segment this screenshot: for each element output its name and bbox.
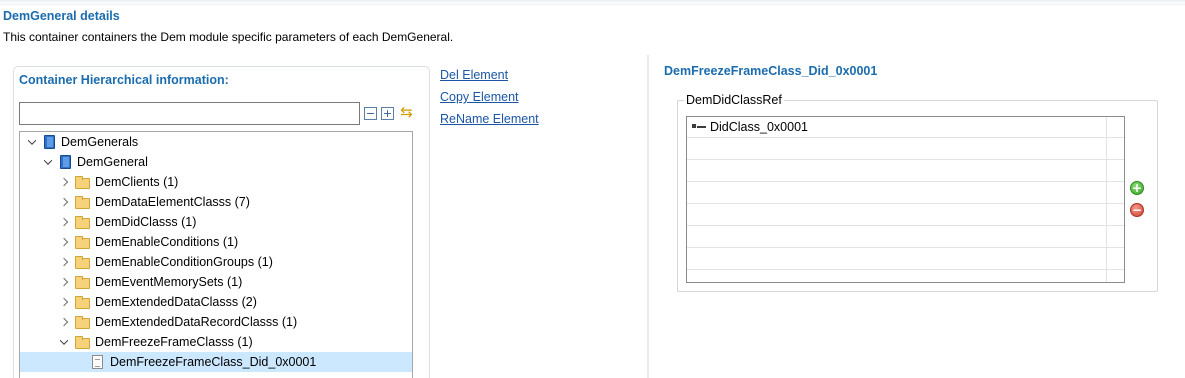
chevron-down-icon[interactable] — [42, 152, 54, 172]
book-icon — [44, 135, 55, 149]
element-title: DemFreezeFrameClass_Did_0x0001 — [664, 64, 878, 78]
tree-item[interactable]: DemExtendedDataClasss (2) — [20, 292, 412, 312]
did-class-ref-label: DemDidClassRef — [684, 93, 784, 107]
tree-item[interactable]: DemEnableConditionGroups (1) — [20, 252, 412, 272]
top-bar — [0, 0, 1185, 5]
chevron-right-icon[interactable] — [58, 292, 70, 312]
chevron-right-icon[interactable] — [58, 232, 70, 252]
chevron-down-icon[interactable] — [26, 132, 38, 152]
reference-label: DidClass_0x0001 — [710, 120, 808, 134]
tree-item-label: DemFreezeFrameClasss (1) — [95, 335, 253, 349]
tree-filter-input[interactable] — [19, 102, 360, 125]
folder-icon — [75, 315, 90, 329]
tree-item[interactable]: DemClients (1) — [20, 172, 412, 192]
table-row[interactable] — [687, 227, 1124, 248]
tree-item[interactable]: DemGenerals — [20, 132, 412, 152]
copy-element-link[interactable]: Copy Element — [440, 90, 519, 104]
tree-item[interactable]: DemEventMemorySets (1) — [20, 272, 412, 292]
remove-reference-button[interactable]: − — [1130, 203, 1144, 217]
page-title: DemGeneral details — [3, 9, 120, 23]
sync-arrows-icon: ⇆ — [400, 103, 413, 121]
panel-divider[interactable] — [647, 55, 649, 378]
tree-item[interactable]: DemEnableConditions (1) — [20, 232, 412, 252]
table-row[interactable] — [687, 183, 1124, 204]
collapse-all-button[interactable]: − — [364, 107, 377, 120]
minus-icon: − — [1131, 203, 1143, 217]
tree-item[interactable]: DemFreezeFrameClass_Did_0x0001 — [20, 352, 412, 372]
expand-icon: + — [382, 107, 393, 120]
did-class-ref-table[interactable]: DidClass_0x0001 — [686, 116, 1125, 283]
tree-item[interactable]: DemFreezeFrameClasss (1) — [20, 332, 412, 352]
reference-link-icon — [692, 122, 706, 132]
table-row[interactable]: DidClass_0x0001 — [687, 117, 1124, 138]
table-row[interactable] — [687, 205, 1124, 226]
folder-icon — [75, 215, 90, 229]
link-with-editor-button[interactable]: ⇆ — [398, 104, 415, 121]
table-row[interactable] — [687, 249, 1124, 270]
tree-item-label: DemDataElementClasss (7) — [95, 195, 250, 209]
chevron-right-icon[interactable] — [58, 272, 70, 292]
table-row[interactable] — [687, 161, 1124, 182]
tree-item-label: DemEventMemorySets (1) — [95, 275, 243, 289]
document-icon — [92, 355, 103, 369]
folder-icon — [75, 195, 90, 209]
tree-item-label: DemEnableConditions (1) — [95, 235, 239, 249]
tree-item-label: DemExtendedDataClasss (2) — [95, 295, 257, 309]
del-element-link[interactable]: Del Element — [440, 68, 508, 82]
table-row[interactable] — [687, 139, 1124, 160]
folder-icon — [75, 255, 90, 269]
tree-item-label: DemClients (1) — [95, 175, 179, 189]
collapse-icon: − — [365, 107, 376, 120]
folder-icon — [75, 235, 90, 249]
chevron-right-icon[interactable] — [58, 252, 70, 272]
tree-item-label: DemGenerals — [61, 135, 139, 149]
folder-icon — [75, 275, 90, 289]
plus-icon: + — [1131, 181, 1143, 195]
tree-item[interactable]: DemDidClasss (1) — [20, 212, 412, 232]
tree-item-label: DemEnableConditionGroups (1) — [95, 255, 273, 269]
hierarchy-panel-title: Container Hierarchical information: — [19, 73, 229, 87]
tree-item-label: DemGeneral — [77, 155, 148, 169]
folder-icon — [75, 335, 90, 349]
container-hierarchy-panel: Container Hierarchical information: − + … — [13, 66, 430, 378]
tree-item[interactable]: DemDataElementClasss (7) — [20, 192, 412, 212]
add-reference-button[interactable]: + — [1130, 181, 1144, 195]
expand-all-button[interactable]: + — [381, 107, 394, 120]
folder-icon — [75, 295, 90, 309]
chevron-right-icon[interactable] — [58, 192, 70, 212]
chevron-right-icon[interactable] — [58, 172, 70, 192]
tree-item-label: DemDidClasss (1) — [95, 215, 197, 229]
rename-element-link[interactable]: ReName Element — [440, 112, 539, 126]
book-icon — [60, 155, 71, 169]
chevron-down-icon[interactable] — [58, 332, 70, 352]
chevron-right-icon[interactable] — [58, 312, 70, 332]
container-tree[interactable]: DemGenerals DemGeneral DemClients (1) DemDa… — [19, 131, 413, 378]
tree-item-label: DemFreezeFrameClass_Did_0x0001 — [110, 355, 317, 369]
chevron-right-icon[interactable] — [58, 212, 70, 232]
tree-item-label: DemExtendedDataRecordClasss (1) — [95, 315, 298, 329]
folder-icon — [75, 175, 90, 189]
table-row[interactable] — [687, 271, 1124, 282]
tree-item[interactable]: DemExtendedDataRecordClasss (1) — [20, 312, 412, 332]
reference-cell: DidClass_0x0001 — [692, 120, 808, 134]
page-description: This container containers the Dem module… — [3, 30, 454, 44]
tree-item[interactable]: DemGeneral — [20, 152, 412, 172]
